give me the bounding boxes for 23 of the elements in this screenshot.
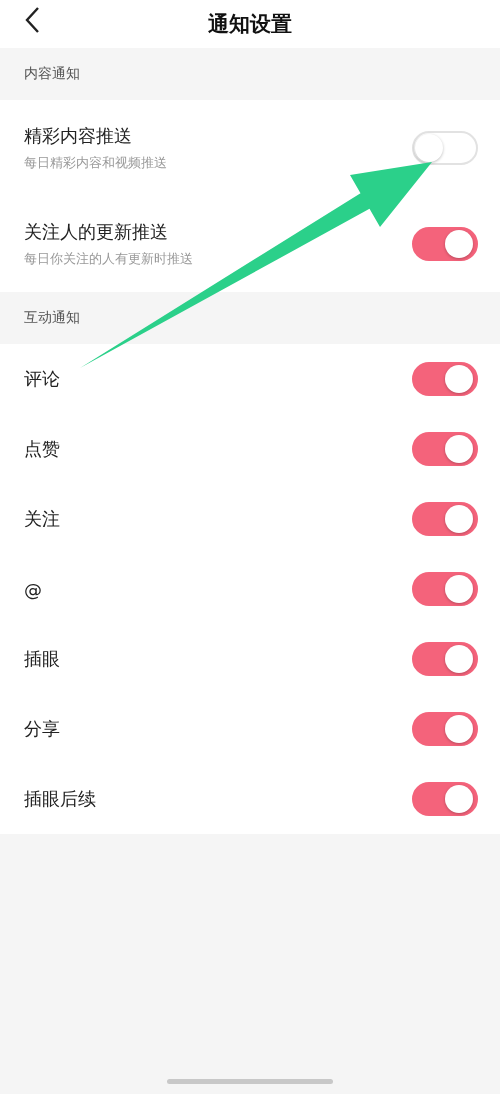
setting-description: 每日精彩内容和视频推送 [24,154,167,172]
setting-label: @ [24,578,42,600]
setting-label: 插眼后续 [24,787,96,811]
section-header: 互动通知 [23,308,81,327]
toggle-switch[interactable] [412,572,478,606]
toggle-switch[interactable] [412,782,478,816]
setting-description: 每日你关注的人有更新时推送 [24,250,193,268]
setting-label: 精彩内容推送 [24,124,133,148]
setting-label: 分享 [24,717,60,741]
back-icon[interactable] [24,6,40,34]
toggle-switch[interactable] [412,642,478,676]
toggle-switch[interactable] [412,432,478,466]
setting-label: 点赞 [24,437,60,461]
setting-label: 关注 [24,507,60,531]
toggle-switch[interactable] [412,362,478,396]
section-header: 内容通知 [23,64,81,83]
setting-label: 评论 [24,367,60,391]
page-title: 通知设置 [208,11,292,38]
setting-label: 关注人的更新推送 [24,220,169,244]
toggle-switch[interactable] [412,712,478,746]
setting-label: 插眼 [24,647,60,671]
toggle-switch[interactable] [412,502,478,536]
toggle-switch[interactable] [412,227,478,261]
